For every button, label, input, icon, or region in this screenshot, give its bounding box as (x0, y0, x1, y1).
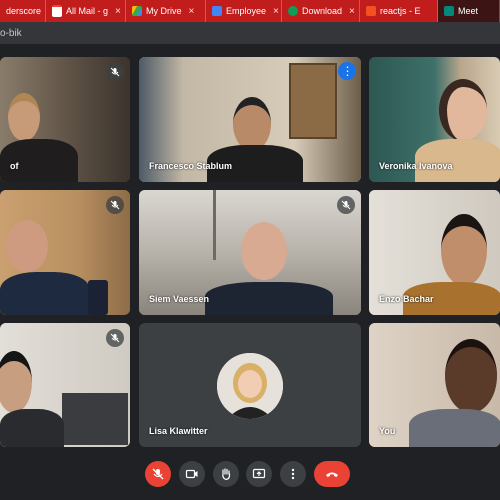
participant-name: Enzo Bachar (379, 294, 434, 304)
participant-tile[interactable]: Siem Vaessen (139, 190, 361, 315)
participant-name: Lisa Klawitter (149, 426, 208, 436)
participant-face (6, 220, 48, 272)
wall-mirror (289, 63, 337, 139)
participant-face (241, 222, 287, 280)
lamp (213, 190, 216, 260)
participant-name: Veronika Ivanova (379, 161, 453, 171)
tab-reactjs[interactable]: reactjs - E (360, 0, 438, 22)
url-text: o-bik (0, 27, 22, 39)
tab-mail[interactable]: All Mail - g × (46, 0, 126, 22)
participant-face (8, 93, 40, 141)
participant-name: of (10, 161, 19, 171)
close-icon[interactable]: × (189, 6, 195, 17)
camera-toggle-button[interactable] (179, 461, 205, 487)
participant-body (409, 409, 500, 447)
participant-face (445, 339, 497, 413)
avatar (217, 353, 283, 419)
phone-hangup-icon (326, 472, 338, 477)
mic-off-icon (106, 329, 124, 347)
tab-employee[interactable]: Employee × (206, 0, 282, 22)
participant-face (439, 79, 487, 141)
react-icon (366, 6, 376, 16)
mic-off-icon (106, 63, 124, 81)
call-controls (0, 455, 500, 500)
tab-drive[interactable]: My Drive × (126, 0, 206, 22)
participant-body (205, 282, 333, 315)
bookshelf (62, 393, 128, 445)
meet-icon (444, 6, 454, 16)
tab-label: My Drive (146, 6, 182, 16)
tab-label: Download (302, 6, 343, 16)
participant-body (0, 272, 90, 315)
tab-download[interactable]: Download × (282, 0, 360, 22)
gmail-icon (52, 5, 62, 17)
participant-name: You (379, 426, 396, 436)
present-screen-button[interactable] (246, 461, 272, 487)
tab-label: reactjs - E (380, 6, 421, 16)
mic-off-icon (337, 196, 355, 214)
more-vertical-icon (291, 468, 295, 480)
more-options-icon[interactable]: ⋮ (338, 62, 356, 80)
docs-icon (212, 6, 222, 16)
participant-tile-self[interactable]: You (369, 323, 500, 447)
mic-off-icon (152, 468, 164, 480)
participant-tile[interactable] (0, 190, 130, 315)
chair (88, 280, 108, 315)
participant-body (0, 409, 64, 447)
leave-call-button[interactable] (314, 461, 350, 487)
raise-hand-button[interactable] (213, 461, 239, 487)
participant-tile[interactable]: Veronika Ivanova (369, 57, 500, 182)
participant-tile[interactable] (0, 323, 130, 447)
tab-derscore[interactable]: derscore × (0, 0, 46, 22)
mic-off-icon (106, 196, 124, 214)
participant-tile[interactable]: Lisa Klawitter (139, 323, 361, 447)
tab-label: Meet (458, 6, 479, 16)
camera-icon (185, 469, 198, 479)
participant-name: Francesco Stablum (149, 161, 233, 171)
participant-face (233, 97, 271, 151)
participant-grid: of ⋮ Francesco Stablum Veronika Ivanova (0, 44, 500, 454)
participant-tile[interactable]: of (0, 57, 130, 182)
tab-label: derscore (6, 6, 42, 16)
participant-name: Siem Vaessen (149, 294, 210, 304)
shield-icon (288, 6, 298, 16)
tab-label: All Mail - g (66, 6, 109, 16)
close-icon[interactable]: × (115, 6, 121, 17)
drive-icon (132, 6, 142, 16)
tab-meet[interactable]: Meet (438, 0, 500, 22)
address-bar[interactable]: o-bik (0, 22, 500, 44)
present-icon (252, 468, 266, 479)
tab-label: Employee (226, 6, 267, 16)
close-icon[interactable]: × (273, 6, 279, 17)
hand-icon (222, 468, 231, 481)
participant-tile-active[interactable]: ⋮ Francesco Stablum (139, 57, 361, 182)
close-icon[interactable]: × (349, 6, 355, 17)
participant-tile[interactable]: Enzo Bachar (369, 190, 500, 315)
mic-toggle-button[interactable] (145, 461, 171, 487)
more-options-button[interactable] (280, 461, 306, 487)
browser-tab-strip: derscore × All Mail - g × My Drive × Emp… (0, 0, 500, 22)
participant-face (441, 214, 487, 286)
